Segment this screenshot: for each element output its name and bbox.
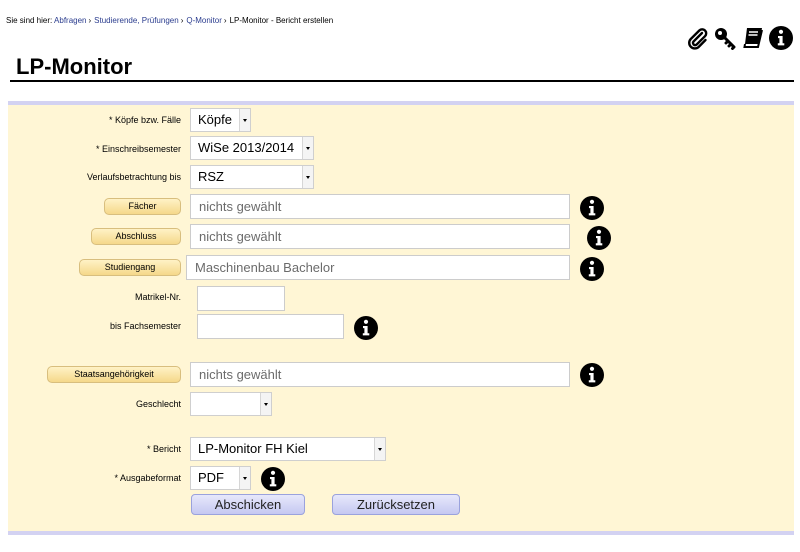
title-divider bbox=[10, 80, 794, 82]
chevron-right-icon: › bbox=[180, 16, 184, 25]
fachsemester-input[interactable] bbox=[197, 314, 344, 339]
staatsangehoerigkeit-info-icon[interactable] bbox=[580, 363, 604, 387]
submit-button[interactable]: Abschicken bbox=[191, 494, 305, 515]
breadcrumb-current: LP-Monitor - Bericht erstellen bbox=[229, 16, 334, 25]
studiengang-info-icon[interactable] bbox=[580, 257, 604, 281]
ausgabeformat-select[interactable]: PDF bbox=[190, 466, 251, 490]
key-icon[interactable] bbox=[713, 26, 737, 50]
chevron-right-icon: › bbox=[223, 16, 227, 25]
breadcrumb-link-q-monitor[interactable]: Q-Monitor bbox=[186, 16, 222, 25]
page-title: LP-Monitor bbox=[16, 54, 133, 79]
semester-value: WiSe 2013/2014 bbox=[198, 140, 295, 155]
reset-button[interactable]: Zurücksetzen bbox=[332, 494, 460, 515]
breadcrumb-link-studierende[interactable]: Studierende, Prüfungen bbox=[94, 16, 179, 25]
fachsemester-info-icon[interactable] bbox=[354, 316, 378, 340]
staatsangehoerigkeit-button[interactable]: Staatsangehörigkeit bbox=[47, 366, 181, 383]
dropdown-arrow-icon bbox=[260, 393, 271, 415]
chevron-right-icon: › bbox=[88, 16, 92, 25]
ausgabeformat-value: PDF bbox=[198, 470, 224, 485]
verlauf-label: Verlaufsbetrachtung bis bbox=[86, 172, 181, 182]
studiengang-field[interactable]: Maschinenbau Bachelor bbox=[186, 255, 570, 280]
report-form-panel bbox=[8, 101, 794, 535]
matrikel-label: Matrikel-Nr. bbox=[134, 292, 181, 302]
faecher-info-icon[interactable] bbox=[580, 196, 604, 220]
paperclip-icon[interactable] bbox=[685, 26, 709, 50]
ausgabeformat-label: * Ausgabeformat bbox=[114, 473, 181, 483]
koepfe-label: * Köpfe bzw. Fälle bbox=[108, 115, 181, 125]
koepfe-select[interactable]: Köpfe bbox=[190, 108, 251, 132]
abschluss-button[interactable]: Abschluss bbox=[91, 228, 181, 245]
staatsangehoerigkeit-field[interactable]: nichts gewählt bbox=[190, 362, 570, 387]
breadcrumb-link-abfragen[interactable]: Abfragen bbox=[54, 16, 86, 25]
matrikel-input[interactable] bbox=[197, 286, 285, 311]
fachsemester-label: bis Fachsemester bbox=[109, 321, 181, 331]
semester-label: * Einschreibsemester bbox=[95, 144, 181, 154]
toolbar bbox=[685, 26, 793, 50]
book-icon[interactable] bbox=[741, 26, 765, 50]
dropdown-arrow-icon bbox=[302, 137, 313, 159]
bericht-select[interactable]: LP-Monitor FH Kiel bbox=[190, 437, 386, 461]
ausgabeformat-info-icon[interactable] bbox=[261, 467, 285, 491]
bericht-label: * Bericht bbox=[146, 444, 181, 454]
dropdown-arrow-icon bbox=[239, 467, 250, 489]
semester-select[interactable]: WiSe 2013/2014 bbox=[190, 136, 314, 160]
faecher-button[interactable]: Fächer bbox=[104, 198, 181, 215]
verlauf-select[interactable]: RSZ bbox=[190, 165, 314, 189]
faecher-field[interactable]: nichts gewählt bbox=[190, 194, 570, 219]
dropdown-arrow-icon bbox=[374, 438, 385, 460]
geschlecht-select[interactable] bbox=[190, 392, 272, 416]
abschluss-field[interactable]: nichts gewählt bbox=[190, 224, 570, 249]
abschluss-info-icon[interactable] bbox=[587, 226, 611, 250]
studiengang-button[interactable]: Studiengang bbox=[79, 259, 181, 276]
breadcrumb-prefix: Sie sind hier: bbox=[6, 16, 53, 25]
breadcrumb: Sie sind hier: Abfragen › Studierende, Prü… bbox=[6, 15, 333, 26]
geschlecht-label: Geschlecht bbox=[135, 399, 181, 409]
bericht-value: LP-Monitor FH Kiel bbox=[198, 441, 308, 456]
dropdown-arrow-icon bbox=[302, 166, 313, 188]
dropdown-arrow-icon bbox=[239, 109, 250, 131]
koepfe-value: Köpfe bbox=[198, 112, 232, 127]
info-icon[interactable] bbox=[769, 26, 793, 50]
verlauf-value: RSZ bbox=[198, 169, 224, 184]
